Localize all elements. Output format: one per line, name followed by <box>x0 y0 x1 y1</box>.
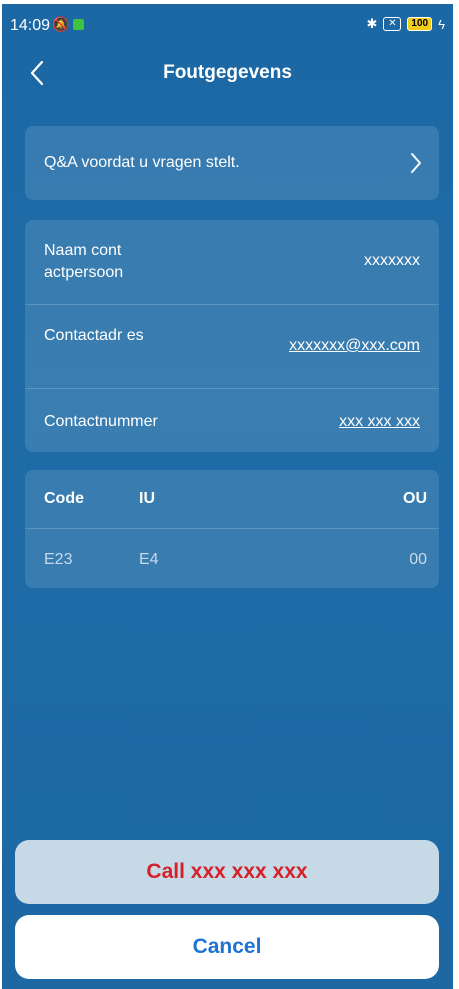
contact-name-value: xxxxxxx <box>364 252 420 269</box>
code-value: E23 <box>44 551 73 568</box>
contact-address-label: Contactadr es <box>44 327 144 344</box>
qa-link-card[interactable]: Q&A voordat u vragen stelt. <box>25 126 439 200</box>
app-header: Foutgegevens <box>2 54 453 100</box>
sim-icon: ✕ <box>383 17 402 31</box>
status-bar: 14:09 🔕 ✱ ✕ 100 ϟ <box>2 4 453 40</box>
status-time: 14:09 <box>10 17 51 34</box>
app-notification-icon <box>73 19 84 30</box>
page-title: Foutgegevens <box>163 62 292 83</box>
error-code-header: Code IU OU <box>25 470 439 528</box>
ou-value: 00 <box>409 551 427 568</box>
iu-value: E4 <box>139 551 159 568</box>
cancel-button[interactable]: Cancel <box>15 915 439 979</box>
bluetooth-icon: ✱ <box>366 16 378 31</box>
code-header: Code <box>44 490 84 507</box>
contact-row-phone: Contactnummer xxx xxx xxx <box>25 388 439 453</box>
iu-header: IU <box>139 490 155 507</box>
status-icons: ✱ ✕ 100 ϟ <box>367 16 445 32</box>
contact-row-name: Naam cont actpersoon xxxxxxx <box>25 220 439 304</box>
contact-row-address: Contactadr es xxxxxxx@xxx.com <box>25 304 439 389</box>
app-screen: 14:09 🔕 ✱ ✕ 100 ϟ Foutgegevens Q&A voord… <box>2 4 453 989</box>
contact-info-card: Naam cont actpersoon xxxxxxx Contactadr … <box>25 220 439 452</box>
mute-icon: 🔕 <box>52 16 70 32</box>
ou-header: OU <box>403 490 427 507</box>
error-code-card: Code IU OU E23 E4 00 <box>25 470 439 588</box>
battery-icon: 100 <box>407 17 433 31</box>
contact-name-label: Naam cont actpersoon <box>44 242 124 281</box>
call-button[interactable]: Call xxx xxx xxx <box>15 840 439 904</box>
chevron-right-icon <box>411 153 421 173</box>
charging-icon: ϟ <box>438 16 445 32</box>
contact-phone-label: Contactnummer <box>44 413 158 430</box>
error-code-row: E23 E4 00 <box>25 528 439 589</box>
qa-link-label: Q&A voordat u vragen stelt. <box>44 154 240 171</box>
contact-phone-link[interactable]: xxx xxx xxx <box>339 413 420 431</box>
contact-email-link[interactable]: xxxxxxx@xxx.com <box>289 337 420 355</box>
